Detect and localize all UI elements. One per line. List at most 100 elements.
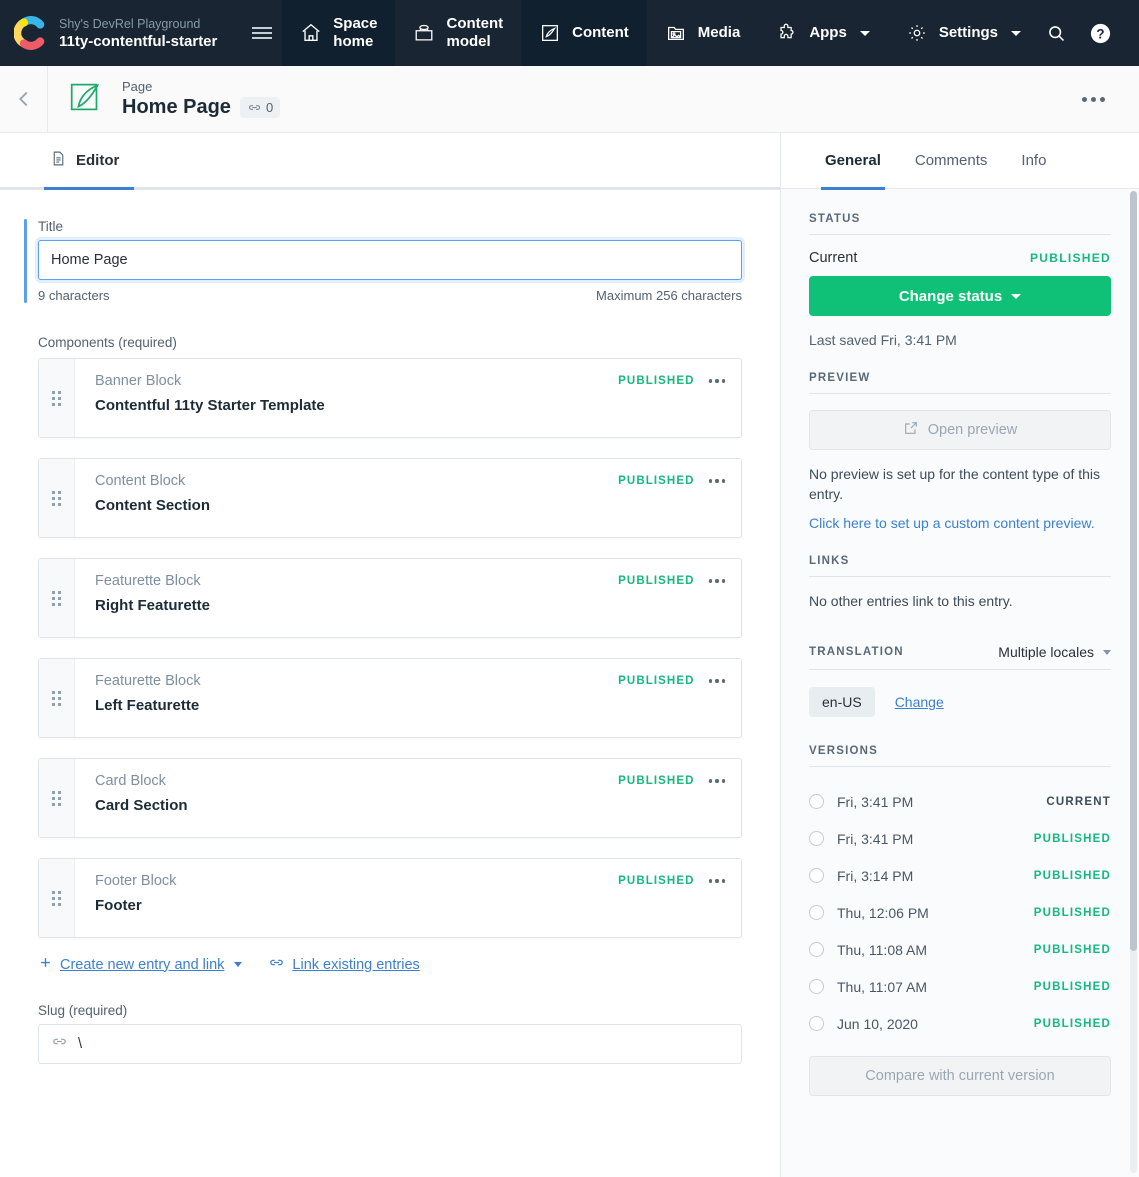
card-content-type: Content Block <box>95 473 186 489</box>
card-actions-menu-button[interactable] <box>708 775 725 787</box>
title-input[interactable] <box>38 240 742 280</box>
card-status: PUBLISHED <box>618 775 695 787</box>
editor-body: Title 9 characters Maximum 256 character… <box>0 189 780 1064</box>
nav-item-media[interactable]: Media <box>647 0 759 66</box>
entry-actions-menu-button[interactable] <box>1074 89 1113 110</box>
tab-info[interactable]: Info <box>1021 133 1046 189</box>
slug-field-group: Slug (required) \ <box>0 1003 780 1064</box>
search-icon[interactable] <box>1039 16 1073 50</box>
nav-item-content-model[interactable]: Content model <box>395 0 521 66</box>
drag-handle[interactable] <box>39 759 75 837</box>
locale-selector-label: Multiple locales <box>998 644 1094 660</box>
list-item[interactable]: Thu, 11:07 AM PUBLISHED <box>809 968 1111 1005</box>
sidebar-toggle-button[interactable] <box>242 0 283 66</box>
puzzle-icon <box>776 22 798 44</box>
tab-general[interactable]: General <box>821 133 885 190</box>
drag-dots-icon <box>52 890 61 906</box>
version-radio[interactable] <box>809 831 824 846</box>
list-item[interactable]: Fri, 3:14 PM PUBLISHED <box>809 857 1111 894</box>
table-row[interactable]: Footer Block PUBLISHED Footer <box>38 858 742 938</box>
compare-version-button[interactable]: Compare with current version <box>809 1056 1111 1096</box>
nav-label-space-home: Space home <box>333 15 378 50</box>
card-content-type: Featurette Block <box>95 573 201 589</box>
link-existing-entries-button[interactable]: Link existing entries <box>268 954 420 975</box>
components-label: Components (required) <box>38 335 177 350</box>
nav-label-content-model: Content model <box>446 15 504 50</box>
table-row[interactable]: Featurette Block PUBLISHED Left Featuret… <box>38 658 742 738</box>
card-entry-title: Content Section <box>95 497 210 514</box>
top-navigation-bar: Shy's DevRel Playground 11ty-contentful-… <box>0 0 1139 66</box>
slug-value: \ <box>78 1036 83 1052</box>
tab-comments[interactable]: Comments <box>915 133 988 189</box>
version-date: Fri, 3:14 PM <box>837 867 914 884</box>
table-row[interactable]: Card Block PUBLISHED Card Section <box>38 758 742 838</box>
version-radio[interactable] <box>809 905 824 920</box>
version-radio[interactable] <box>809 942 824 957</box>
setup-content-preview-link[interactable]: Click here to set up a custom content pr… <box>809 515 1111 531</box>
locale-selector[interactable]: Multiple locales <box>998 644 1111 660</box>
create-new-entry-button[interactable]: Create new entry and link <box>38 955 243 974</box>
table-row[interactable]: Featurette Block PUBLISHED Right Feature… <box>38 558 742 638</box>
card-actions-menu-button[interactable] <box>708 875 725 887</box>
list-item[interactable]: Thu, 11:08 AM PUBLISHED <box>809 931 1111 968</box>
change-locale-link[interactable]: Change <box>895 694 944 710</box>
nav-item-content[interactable]: Content <box>521 0 647 66</box>
help-icon[interactable]: ? <box>1083 16 1117 50</box>
nav-item-space-home[interactable]: Space home <box>282 0 396 66</box>
status-badge[interactable]: 0 <box>239 97 281 118</box>
drag-handle[interactable] <box>39 559 75 637</box>
slug-input[interactable]: \ <box>38 1024 742 1064</box>
entry-content-type: Page <box>122 79 153 94</box>
drag-handle[interactable] <box>39 359 75 437</box>
card-status: PUBLISHED <box>618 575 695 587</box>
drag-handle[interactable] <box>39 659 75 737</box>
locale-chips: en-US Change <box>809 687 1111 717</box>
change-status-button[interactable]: Change status <box>809 276 1111 316</box>
version-radio[interactable] <box>809 1016 824 1031</box>
card-actions-menu-button[interactable] <box>708 375 725 387</box>
brand-block[interactable]: Shy's DevRel Playground 11ty-contentful-… <box>0 0 242 66</box>
list-item[interactable]: Jun 10, 2020 PUBLISHED <box>809 1005 1111 1042</box>
link-count: 0 <box>265 100 274 115</box>
sidebar-scrollbar-thumb[interactable] <box>1130 191 1137 951</box>
open-preview-button[interactable]: Open preview <box>809 410 1111 450</box>
field-focus-accent <box>24 219 27 303</box>
link-existing-entries-label: Link existing entries <box>292 956 420 973</box>
list-item[interactable]: Thu, 12:06 PM PUBLISHED <box>809 894 1111 931</box>
list-item[interactable]: Fri, 3:41 PM CURRENT <box>809 783 1111 820</box>
drag-handle[interactable] <box>39 459 75 537</box>
versions-heading: VERSIONS <box>809 745 879 757</box>
nav-item-settings[interactable]: Settings <box>888 0 1039 66</box>
current-status-label: Current <box>809 250 858 266</box>
sidebar-tabbar: General Comments Info <box>781 133 1139 190</box>
nav-item-apps[interactable]: Apps <box>758 0 888 66</box>
slug-field-label: Slug (required) <box>38 1003 128 1018</box>
nav-label-settings: Settings <box>938 24 998 41</box>
pen-square-icon <box>539 22 561 44</box>
list-item[interactable]: Fri, 3:41 PM PUBLISHED <box>809 820 1111 857</box>
version-badge: PUBLISHED <box>1033 869 1111 882</box>
table-row[interactable]: Content Block PUBLISHED Content Section <box>38 458 742 538</box>
open-preview-label: Open preview <box>927 422 1018 438</box>
card-content-type: Featurette Block <box>95 673 201 689</box>
tab-editor[interactable]: Editor <box>44 133 126 190</box>
chevron-down-icon <box>1011 293 1022 299</box>
link-icon <box>51 1033 68 1055</box>
card-entry-title: Footer <box>95 897 142 914</box>
preview-note: No preview is set up for the content typ… <box>809 466 1101 502</box>
space-name: 11ty-contentful-starter <box>59 32 218 50</box>
translation-section-header: TRANSLATION Multiple locales <box>809 644 1111 670</box>
drag-handle[interactable] <box>39 859 75 937</box>
current-status-row: Current PUBLISHED <box>809 250 1111 266</box>
home-icon <box>300 22 322 44</box>
card-actions-menu-button[interactable] <box>708 675 725 687</box>
version-badge: PUBLISHED <box>1033 943 1111 956</box>
card-actions-menu-button[interactable] <box>708 475 725 487</box>
back-button[interactable] <box>0 66 48 132</box>
version-radio[interactable] <box>809 868 824 883</box>
table-row[interactable]: Banner Block PUBLISHED Contentful 11ty S… <box>38 358 742 438</box>
page-title: Home Page <box>122 96 231 118</box>
version-radio[interactable] <box>809 794 824 809</box>
card-actions-menu-button[interactable] <box>708 575 725 587</box>
version-radio[interactable] <box>809 979 824 994</box>
